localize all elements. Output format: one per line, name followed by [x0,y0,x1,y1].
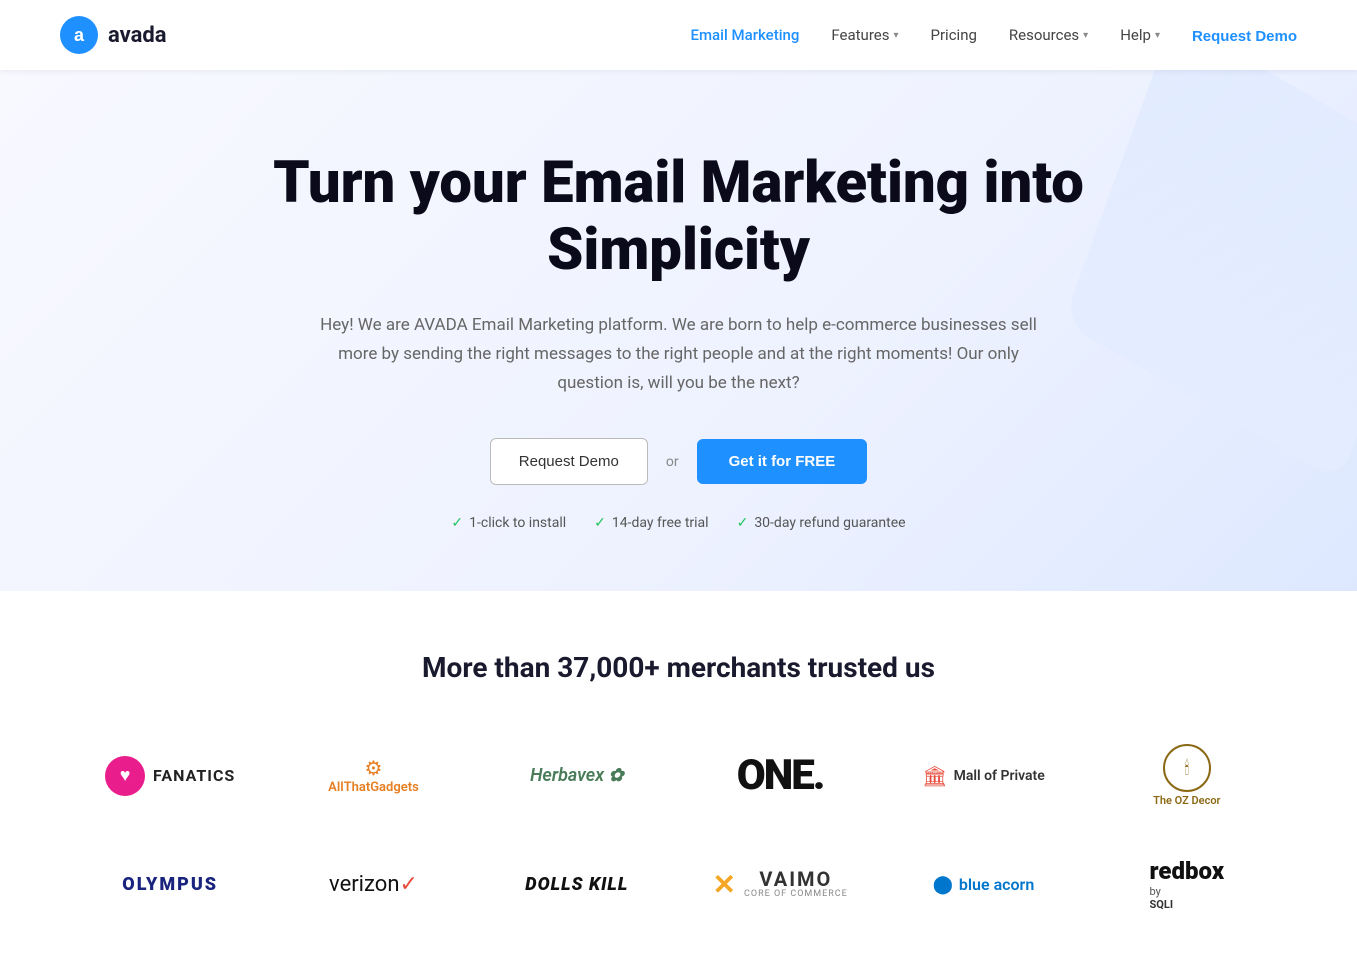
mall-icon: 🏛 [922,764,947,788]
hero-subtitle: Hey! We are AVADA Email Marketing platfo… [319,311,1039,398]
nav-item-email-marketing[interactable]: Email Marketing [691,26,800,44]
nav-link-help[interactable]: Help ▾ [1120,26,1160,44]
logo-allthatgadgets: ⚙ AllThatGadgets [308,741,439,811]
check-label-refund: 30-day refund guarantee [754,515,905,531]
logo-mall-private: 🏛 Mall of Private [902,741,1065,811]
allthat-icon: ⚙ [365,756,383,780]
logo-blue-acorn: ⬤ blue acorn [913,849,1055,919]
nav-link-resources[interactable]: Resources ▾ [1009,26,1088,44]
one-text: ONE. [737,751,824,800]
hero-content: Turn your Email Marketing into Simplicit… [40,150,1317,531]
chevron-down-icon: ▾ [1083,30,1088,41]
check-label-install: 1-click to install [469,515,566,531]
check-icon: ✓ [737,515,749,531]
verizon-text: verizon [329,872,399,897]
olympus-text: OLYMPUS [122,874,218,895]
chevron-down-icon: ▾ [893,30,898,41]
check-label-trial: 14-day free trial [612,515,709,531]
redbox-main-text: redbox [1150,857,1225,885]
check-icon: ✓ [594,515,606,531]
nav-item-features[interactable]: Features ▾ [831,26,898,44]
dolls-kill-text: DOLLS KILL [525,874,628,895]
nav-item-help[interactable]: Help ▾ [1120,26,1160,44]
mall-text: Mall of Private [954,768,1045,784]
nav-request-demo-button[interactable]: Request Demo [1192,28,1297,45]
fanatics-text: FANATICS [153,766,235,785]
fanatics-icon: ♥ [105,756,145,796]
allthat-text: AllThatGadgets [328,780,419,795]
logos-grid: ♥ FANATICS ⚙ AllThatGadgets Herbavex ✿ O… [79,734,1279,921]
logo-vaimo: ✕ VAIMO CORE OF COMMERCE [693,849,868,919]
herbavex-text: Herbavex ✿ [530,765,623,786]
oz-circle-icon: 🕯 [1163,744,1211,792]
trusted-section: More than 37,000+ merchants trusted us ♥… [0,591,1357,961]
hero-buttons: Request Demo or Get it for FREE [40,438,1317,485]
check-item-refund: ✓ 30-day refund guarantee [737,515,906,531]
hero-section: Turn your Email Marketing into Simplicit… [0,70,1357,591]
request-demo-button[interactable]: Request Demo [490,438,648,485]
hero-checks: ✓ 1-click to install ✓ 14-day free trial… [40,515,1317,531]
check-icon: ✓ [451,515,463,531]
vaimo-sub-text: CORE OF COMMERCE [744,890,848,900]
logo-redbox: redbox by SQLI [1130,847,1245,921]
check-item-install: ✓ 1-click to install [451,515,566,531]
logo-dolls-kill: DOLLS KILL [505,849,648,919]
logo-oz-decor: 🕯 The OZ Decor [1133,734,1240,817]
nav-link-pricing[interactable]: Pricing [931,26,977,44]
chevron-down-icon: ▾ [1155,30,1160,41]
navbar: a avada Email Marketing Features ▾ Prici… [0,0,1357,70]
logo-verizon: verizon ✓ [309,849,438,919]
vaimo-main-text: VAIMO [744,868,848,890]
hero-title: Turn your Email Marketing into Simplicit… [229,150,1129,283]
get-free-button[interactable]: Get it for FREE [697,439,868,484]
acorn-icon: ⬤ [933,874,953,895]
logo-one: ONE. [717,741,844,811]
nav-link-features[interactable]: Features ▾ [831,26,898,44]
nav-links: Email Marketing Features ▾ Pricing Resou… [691,26,1298,45]
oz-text: The OZ Decor [1153,794,1220,807]
vaimo-x-icon: ✕ [713,868,736,901]
logo-icon: a [60,16,98,54]
logo[interactable]: a avada [60,16,167,54]
nav-item-resources[interactable]: Resources ▾ [1009,26,1088,44]
nav-item-request-demo[interactable]: Request Demo [1192,26,1297,45]
svg-text:a: a [74,25,85,45]
acorn-text: blue acorn [959,875,1034,894]
nav-link-email-marketing[interactable]: Email Marketing [691,26,800,44]
logo-text: avada [108,23,167,48]
nav-item-pricing[interactable]: Pricing [931,26,977,44]
verizon-check-icon: ✓ [399,872,417,897]
logo-herbavex: Herbavex ✿ [510,741,643,811]
or-separator: or [666,454,679,470]
trusted-title: More than 37,000+ merchants trusted us [60,651,1297,684]
check-item-trial: ✓ 14-day free trial [594,515,708,531]
redbox-sqli-text: SQLI [1150,898,1174,911]
logo-fanatics: ♥ FANATICS [85,741,255,811]
logo-olympus: OLYMPUS [102,849,238,919]
redbox-by-text: by [1150,885,1161,898]
